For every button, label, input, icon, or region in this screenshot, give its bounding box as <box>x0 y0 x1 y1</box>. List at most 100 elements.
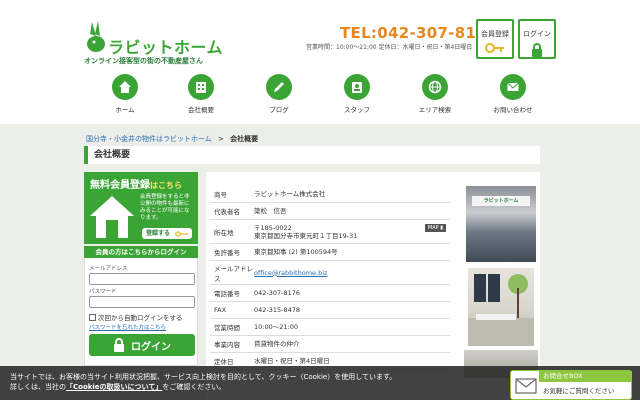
breadcrumb-separator: > <box>218 135 224 143</box>
login-label: ログイン <box>523 30 551 38</box>
auto-login-checkbox[interactable] <box>89 313 96 321</box>
row-key: 免許番号 <box>214 249 240 257</box>
row-key: 所在地 <box>214 228 234 237</box>
email-label: メールアドレス <box>89 266 128 272</box>
nav-blog[interactable]: ブログ <box>244 74 314 114</box>
register-label: 会員登録 <box>481 30 509 38</box>
breadcrumb: 国分寺・小金井の物件はラビットホーム > 会社概要 <box>86 134 258 144</box>
table-row: FAX 042-315-8478 <box>210 302 450 319</box>
nav-label: スタッフ <box>344 106 370 114</box>
nav-label: ホーム <box>115 106 135 114</box>
register-now-label: 登録する <box>146 230 171 237</box>
table-row: 営業時間 10:00〜21:00 <box>210 319 450 336</box>
breadcrumb-home-link[interactable]: 国分寺・小金井の物件はラビットホーム <box>86 135 212 143</box>
row-key: 定休日 <box>214 358 234 366</box>
row-key: 代表者名 <box>214 208 240 216</box>
house-icon <box>90 196 134 238</box>
row-key: 事業内容 <box>214 341 240 349</box>
breadcrumb-current: 会社概要 <box>230 135 259 143</box>
nav-label: エリア検索 <box>418 106 452 114</box>
table-row: 代表者名 簗松 信吾 <box>210 203 450 220</box>
row-value: 042-315-8478 <box>254 306 301 314</box>
nav-label: ブログ <box>269 106 289 114</box>
inquiry-box[interactable]: お問合せBOX お気軽にご質問ください <box>510 370 632 400</box>
cookie-line-2-end: をご確認ください。 <box>162 383 226 391</box>
main-nav: ホーム 会社概要 ブログ スタッフ エリア検索 お問い合わせ <box>90 74 560 116</box>
inquiry-title: お問合せBOX <box>539 371 632 382</box>
address-text: 〒185-0022 東京都国分寺市東元町１丁目19-31 <box>254 223 358 240</box>
password-label: パスワード <box>89 289 117 295</box>
inquiry-subtitle: お気軽にご質問ください <box>543 387 615 395</box>
table-row: 事業内容 賃貸物件の仲介 <box>210 336 450 353</box>
forgot-password-link[interactable]: パスワードを忘れた方はこちら <box>89 323 193 331</box>
table-row: 商号 ラビットホーム株式会社 <box>210 186 450 203</box>
building-icon <box>196 82 206 93</box>
office-interior-photo <box>468 268 534 346</box>
business-hours: 営業時間：10:00〜21:00 定休日：水曜日・祝日・第4日曜日 <box>306 44 473 51</box>
nav-company[interactable]: 会社概要 <box>166 74 236 114</box>
page-title: 会社概要 <box>84 146 540 164</box>
site-header: ラビットホーム オンライン接客型の街の不動産屋さん TEL:042-307-81… <box>0 0 640 70</box>
logo-text: ラビットホーム <box>108 38 224 57</box>
free-register-banner[interactable]: 無料会員登録はこちら 会員登録をすると非公開の物件も最新にみることが可能になりま… <box>84 172 198 244</box>
company-info-table: 商号 ラビットホーム株式会社 代表者名 簗松 信吾 所在地 MAP ▮ 〒185-… <box>210 186 450 370</box>
row-value: 賃貸物件の仲介 <box>254 340 300 348</box>
key-icon <box>485 43 504 53</box>
row-key: 営業時間 <box>214 324 240 332</box>
storefront-sign: ラビットホーム <box>472 196 530 206</box>
row-value: ラビットホーム株式会社 <box>254 190 326 198</box>
row-key: メールアドレス <box>214 264 253 283</box>
login-panel: メールアドレス パスワード 次回から自動ログインをする パスワードを忘れた方はこ… <box>84 258 198 366</box>
login-button-label: ログイン <box>131 341 171 353</box>
lock-icon <box>532 43 542 57</box>
row-key: 商号 <box>214 191 227 199</box>
nav-area-search[interactable]: エリア検索 <box>400 74 470 114</box>
row-value: 10:00〜21:00 <box>254 323 298 331</box>
login-panel-header: 会員の方はこちらからログイン <box>84 246 198 258</box>
table-row: メールアドレス office@rabbithome.biz <box>210 261 450 285</box>
table-row: 所在地 MAP ▮ 〒185-0022 東京都国分寺市東元町１丁目19-31 <box>210 220 450 244</box>
map-label: MAP <box>427 224 439 231</box>
logo-tagline: オンライン接客型の街の不動産屋さん <box>84 57 203 65</box>
cookie-line-2-start: 詳しくは、当社の <box>10 383 66 391</box>
row-value: MAP ▮ 〒185-0022 東京都国分寺市東元町１丁目19-31 <box>254 223 450 240</box>
key-icon <box>175 230 189 237</box>
register-button[interactable]: 会員登録 <box>476 19 514 59</box>
map-link[interactable]: MAP ▮ <box>424 223 446 232</box>
row-value: 水曜日・祝日・第4日曜日 <box>254 357 330 365</box>
login-button[interactable]: ログイン <box>89 334 195 356</box>
register-title-suffix: はこちら <box>150 181 182 190</box>
globe-icon <box>428 80 442 94</box>
row-value: 042-307-8176 <box>254 289 301 297</box>
nav-staff[interactable]: スタッフ <box>322 74 392 114</box>
tree-decal-icon <box>468 274 534 346</box>
cookie-policy-link[interactable]: 「Cookieの取扱いについて」 <box>66 383 162 391</box>
auto-login-option[interactable]: 次回から自動ログインをする <box>89 312 193 322</box>
mail-icon <box>507 82 519 91</box>
register-banner-title: 無料会員登録はこちら <box>90 176 182 191</box>
nav-label: 会社概要 <box>188 106 214 114</box>
row-value: 東京都知事 (2) 第100594号 <box>254 248 338 256</box>
row-value: 簗松 信吾 <box>254 207 287 215</box>
register-now-button[interactable]: 登録する <box>142 228 192 239</box>
house-icon <box>119 81 131 93</box>
email-link[interactable]: office@rabbithome.biz <box>254 269 450 277</box>
lock-icon <box>114 338 124 352</box>
login-header-button[interactable]: ログイン <box>518 19 556 59</box>
register-title-main: 無料会員登録 <box>90 180 150 191</box>
header-tel[interactable]: TEL:042-307-8176 <box>340 24 498 42</box>
nav-contact[interactable]: お問い合わせ <box>478 74 548 114</box>
email-field[interactable] <box>89 273 195 285</box>
storefront-photo: ラビットホーム <box>466 186 536 262</box>
staff-icon <box>352 82 362 93</box>
table-row: 免許番号 東京都知事 (2) 第100594号 <box>210 244 450 261</box>
password-field[interactable] <box>89 296 195 308</box>
nav-home[interactable]: ホーム <box>90 74 160 114</box>
rabbit-logo-icon <box>87 21 105 52</box>
register-description: 会員登録をすると非公開の物件も最新にみることが可能になります。 <box>140 194 190 221</box>
table-row: 電話番号 042-307-8176 <box>210 285 450 302</box>
row-key: 電話番号 <box>214 290 240 298</box>
mail-icon <box>515 378 537 394</box>
site-logo[interactable]: ラビットホーム オンライン接客型の街の不動産屋さん <box>84 20 224 66</box>
nav-label: お問い合わせ <box>493 106 533 114</box>
